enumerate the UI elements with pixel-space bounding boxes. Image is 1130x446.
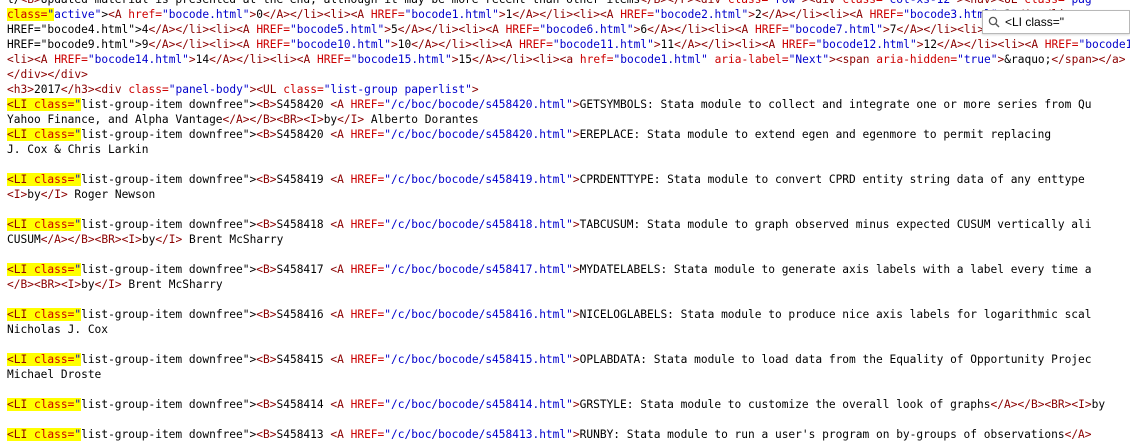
source-line: HREF="bocode9.html">9</A></li><li><A HRE… xyxy=(7,38,1130,51)
source-line: <LI class="list-group-item downfree"><B>… xyxy=(7,263,1092,276)
source-line: </B><BR><I>by</I> Brent McSharry xyxy=(7,278,223,291)
search-icon xyxy=(987,15,1001,29)
source-line: <LI class="list-group-item downfree"><B>… xyxy=(7,128,1052,141)
source-line: CUSUM</A></B><BR><I>by</I> Brent McSharr… xyxy=(7,233,284,246)
find-bar[interactable] xyxy=(982,10,1130,34)
source-line: <I>by</I> Roger Newson xyxy=(7,188,156,201)
source-line: <LI class="list-group-item downfree"><B>… xyxy=(7,308,1092,321)
source-line: class="active"><A href="bocode.html">0</… xyxy=(7,8,1072,21)
find-input[interactable] xyxy=(1001,15,1125,29)
source-line: J. Cox & Chris Larkin xyxy=(7,143,149,156)
source-line: <li><A HREF="bocode14.html">14</A></li><… xyxy=(7,53,1126,66)
find-match-highlight: <LI class=" xyxy=(7,218,82,231)
source-viewer: l/<B>Updated material is presented at th… xyxy=(0,0,1130,446)
source-line: <LI class="list-group-item downfree"><B>… xyxy=(7,98,1092,111)
find-match-highlight: <LI class=" xyxy=(7,353,82,366)
source-line: <LI class="list-group-item downfree"><B>… xyxy=(7,353,1092,366)
find-match-highlight: class=" xyxy=(7,8,55,21)
find-match-highlight: <LI class=" xyxy=(7,173,82,186)
find-match-highlight: <LI class=" xyxy=(7,398,82,411)
find-match-highlight: <LI class=" xyxy=(7,98,82,111)
source-line: <LI class="list-group-item downfree"><B>… xyxy=(7,173,1085,186)
source-line: l/<B>Updated material is presented at th… xyxy=(7,0,1092,7)
source-line: <LI class="list-group-item downfree"><B>… xyxy=(7,398,1106,411)
source-line: HREF="bocode4.html">4</A></li><li><A HRE… xyxy=(7,23,1130,36)
find-match-highlight: <LI class=" xyxy=(7,263,82,276)
source-line: Nicholas J. Cox xyxy=(7,323,109,336)
source-line: <LI class="list-group-item downfree"><B>… xyxy=(7,218,1092,231)
source-line: </div></div> xyxy=(7,68,88,81)
source-line: Michael Droste xyxy=(7,368,102,381)
source-line: <h3>2017</h3><div class="panel-body"><UL… xyxy=(7,83,479,96)
find-match-highlight: <LI class=" xyxy=(7,128,82,141)
source-line: <LI class="list-group-item downfree"><B>… xyxy=(7,428,1092,441)
find-match-highlight: <LI class=" xyxy=(7,428,82,441)
find-match-highlight: <LI class=" xyxy=(7,308,82,321)
source-line: Yahoo Finance, and Alpha Vantage</A></B>… xyxy=(7,113,479,126)
